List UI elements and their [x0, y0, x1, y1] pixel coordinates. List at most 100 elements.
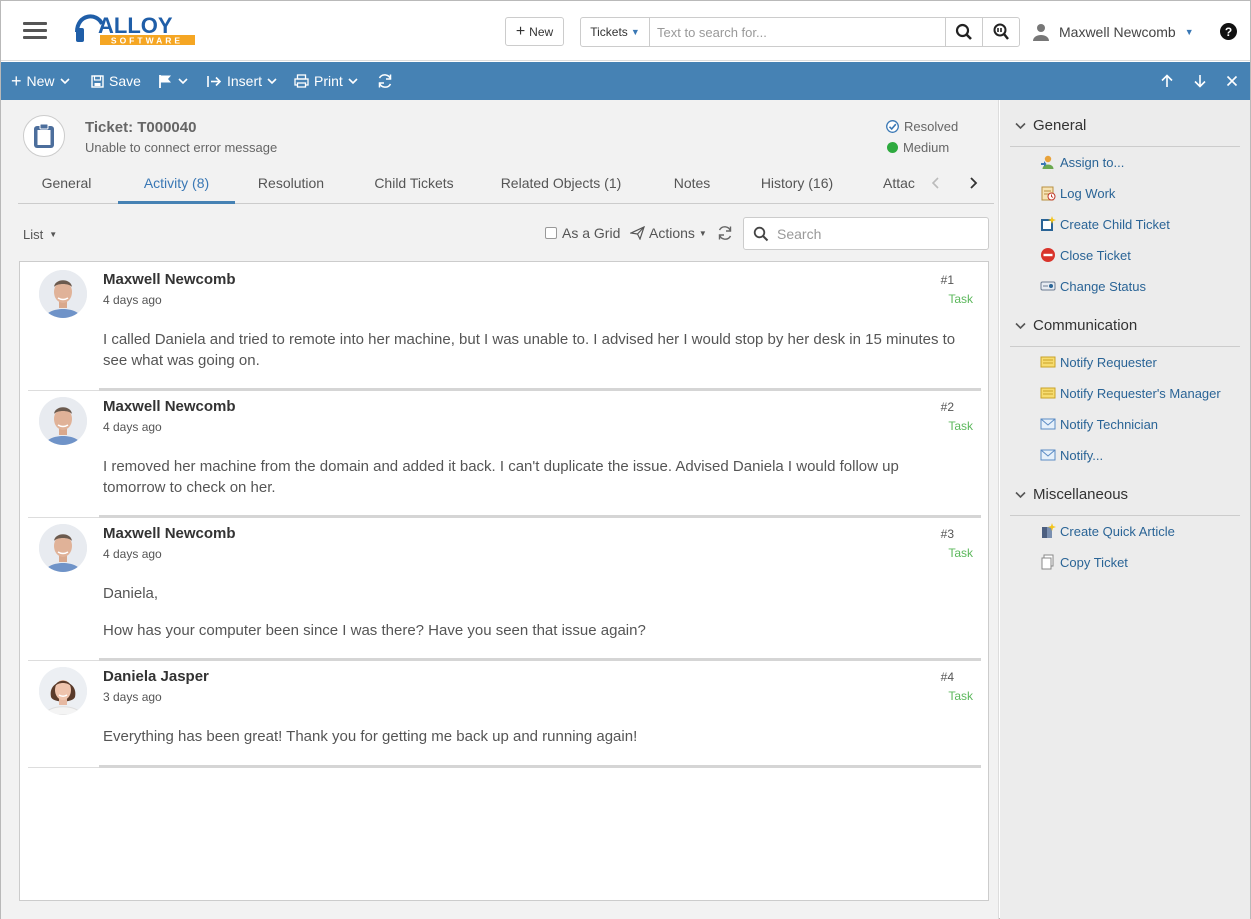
log-work-icon: [1041, 186, 1056, 201]
sidebar-item-create-quick-article[interactable]: Create Quick Article: [1040, 523, 1175, 539]
previous-record-button[interactable]: [1160, 62, 1174, 100]
sidebar-item-label: Change Status: [1060, 278, 1147, 294]
activity-entry: Maxwell Newcomb 4 days ago #1 Task I cal…: [28, 262, 981, 392]
search-icon: [955, 23, 972, 40]
sidebar-item-change-status[interactable]: Change Status: [1040, 278, 1146, 294]
sidebar-divider: [1010, 346, 1240, 347]
refresh-activity-button[interactable]: [717, 225, 733, 244]
sidebar-item-log-work[interactable]: Log Work: [1040, 185, 1115, 201]
chevron-down-icon: [59, 78, 70, 85]
sidebar-group-title: Miscellaneous: [1033, 486, 1129, 503]
help-icon[interactable]: ?: [1220, 23, 1237, 40]
close-ticket-icon: [1041, 248, 1055, 262]
toolbar-print-button[interactable]: Print: [294, 62, 358, 100]
tab-activity[interactable]: Activity (8): [118, 167, 235, 204]
sidebar-item-notify-requester[interactable]: Notify Requester: [1040, 354, 1157, 370]
sidebar-item-label: Assign to...: [1060, 154, 1125, 170]
chevron-right-icon[interactable]: [965, 175, 981, 191]
refresh-icon: [378, 74, 392, 88]
sidebar-group-miscellaneous[interactable]: Miscellaneous: [1015, 486, 1128, 503]
search-button[interactable]: [945, 18, 982, 46]
activity-search-input[interactable]: [769, 225, 988, 242]
entry-body: Everything has been great! Thank you for…: [103, 728, 638, 745]
sidebar-item-label: Notify Technician: [1060, 416, 1159, 432]
sidebar-item-notify[interactable]: Notify...: [1040, 447, 1103, 463]
as-grid-toggle[interactable]: As a Grid: [545, 225, 620, 241]
hamburger-menu-icon[interactable]: [23, 22, 47, 40]
save-icon: [91, 74, 104, 88]
avatar: [39, 667, 87, 715]
tab-related-objects[interactable]: Related Objects (1): [496, 167, 626, 204]
user-menu[interactable]: Maxwell Newcomb ▼: [1032, 19, 1194, 45]
priority-dot-icon: [887, 142, 898, 153]
user-icon: [1033, 24, 1049, 41]
sidebar-item-label: Notify...: [1060, 447, 1104, 463]
change-status-icon: [1040, 281, 1056, 291]
entry-date: 3 days ago: [103, 690, 162, 704]
quick-article-icon: [1042, 523, 1056, 538]
avatar: [39, 524, 87, 572]
ticket-status-label: Resolved: [904, 119, 959, 134]
close-record-button[interactable]: [1226, 62, 1238, 100]
view-mode-dropdown[interactable]: List ▼: [23, 227, 57, 242]
caret-down-icon: ▼: [698, 228, 707, 238]
new-button[interactable]: + New: [505, 17, 564, 46]
entry-date: 4 days ago: [103, 420, 162, 434]
arrow-down-icon: [1194, 75, 1206, 88]
activity-entry: Maxwell Newcomb 4 days ago #2 Task I rem…: [28, 391, 981, 518]
advanced-search-button[interactable]: [982, 18, 1019, 46]
tab-general[interactable]: General: [18, 167, 115, 204]
search-input[interactable]: [650, 18, 945, 46]
top-bar: ALLOY SOFTWARE + New Tickets ▼ Maxwell N…: [1, 1, 1250, 61]
search-category-dropdown[interactable]: Tickets ▼: [581, 18, 650, 46]
sidebar-item-create-child-ticket[interactable]: Create Child Ticket: [1040, 216, 1170, 232]
tab-attachments[interactable]: Attac: [883, 167, 919, 204]
as-grid-checkbox[interactable]: [545, 227, 557, 239]
sidebar-item-label: Log Work: [1060, 185, 1116, 201]
tab-notes[interactable]: Notes: [664, 167, 720, 204]
close-icon: [1226, 75, 1238, 87]
as-grid-label: As a Grid: [562, 225, 621, 241]
sidebar-item-label: Create Child Ticket: [1060, 216, 1170, 232]
tab-child-tickets[interactable]: Child Tickets: [363, 167, 465, 204]
plus-icon: +: [515, 22, 526, 40]
tab-history[interactable]: History (16): [754, 167, 840, 204]
toolbar-print-label: Print: [314, 73, 343, 89]
sidebar-item-copy-ticket[interactable]: Copy Ticket: [1040, 554, 1128, 570]
view-mode-label: List: [23, 227, 44, 242]
chevron-down-icon: [1015, 322, 1026, 329]
toolbar-insert-button[interactable]: Insert: [207, 62, 277, 100]
ticket-main-panel: Ticket: T000040 Unable to connect error …: [1, 100, 999, 919]
user-name: Maxwell Newcomb: [1059, 24, 1176, 40]
sidebar-divider: [1010, 146, 1240, 147]
sidebar-group-general[interactable]: General: [1015, 117, 1086, 134]
chevron-left-icon[interactable]: [928, 175, 944, 191]
toolbar-save-button[interactable]: Save: [91, 62, 141, 100]
global-search: Tickets ▼: [580, 17, 1020, 47]
arrow-up-icon: [1161, 74, 1173, 87]
sidebar-item-notify-technician[interactable]: Notify Technician: [1040, 416, 1158, 432]
sidebar-item-assign[interactable]: Assign to...: [1040, 154, 1124, 170]
actions-dropdown[interactable]: Actions ▼: [630, 225, 707, 241]
toolbar-flag-button[interactable]: [158, 62, 188, 100]
toolbar-new-button[interactable]: + New: [11, 62, 70, 100]
alloy-logo[interactable]: ALLOY SOFTWARE: [74, 10, 198, 48]
sidebar-item-close-ticket[interactable]: Close Ticket: [1040, 247, 1131, 263]
actions-sidebar: General Assign to... Log Work Create Chi…: [1000, 100, 1250, 919]
sidebar-item-label: Close Ticket: [1060, 247, 1131, 263]
sidebar-group-communication[interactable]: Communication: [1015, 317, 1137, 334]
refresh-icon: [718, 226, 732, 240]
entry-date: 4 days ago: [103, 547, 162, 561]
entry-date: 4 days ago: [103, 293, 162, 307]
entry-type: Task: [948, 292, 973, 306]
entry-author: Maxwell Newcomb: [103, 398, 236, 415]
next-record-button[interactable]: [1193, 62, 1207, 100]
tab-resolution[interactable]: Resolution: [246, 167, 336, 204]
sidebar-item-notify-requesters-manager[interactable]: Notify Requester's Manager: [1040, 385, 1221, 401]
activity-list: Maxwell Newcomb 4 days ago #1 Task I cal…: [19, 261, 989, 901]
insert-icon: [207, 75, 222, 87]
caret-down-icon: ▼: [630, 27, 640, 37]
entry-author: Maxwell Newcomb: [103, 271, 236, 288]
toolbar-refresh-button[interactable]: [377, 62, 393, 100]
advanced-search-icon: [993, 23, 1009, 40]
